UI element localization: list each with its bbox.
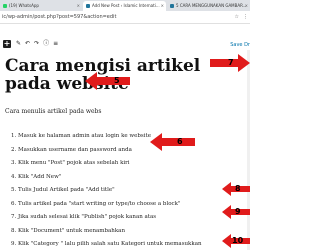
- wordpress-icon: [86, 4, 90, 8]
- close-icon[interactable]: ×: [77, 1, 80, 11]
- star-icon[interactable]: ☆: [235, 14, 239, 20]
- annotation-label: 7: [228, 58, 234, 67]
- annotation-arrow-6: [150, 133, 195, 151]
- save-draft-button[interactable]: Save Dr: [230, 42, 250, 48]
- url-text[interactable]: ic/wp-admin/post.php?post=597&action=edi…: [2, 12, 116, 22]
- close-icon[interactable]: ×: [161, 1, 164, 11]
- annotation-arrow-5: [85, 72, 130, 90]
- list-item[interactable]: 3. Klik menu "Post" pojok atas sebelah ki…: [11, 157, 202, 171]
- undo-icon[interactable]: ↶: [25, 40, 30, 47]
- scrollbar[interactable]: [247, 50, 250, 250]
- address-bar[interactable]: ic/wp-admin/post.php?post=597&action=edi…: [0, 11, 250, 24]
- tab-label: 5 CARA MENGGUNAKAN GAMBAR...: [176, 3, 247, 8]
- tab-whatsapp[interactable]: (19) WhatsApp ×: [0, 1, 82, 11]
- list-item[interactable]: 6. Tulis artikel pada "start writing or t…: [11, 198, 202, 212]
- tab-cara-menggunakan[interactable]: 5 CARA MENGGUNAKAN GAMBAR... ×: [167, 1, 250, 11]
- info-icon[interactable]: ⓘ: [43, 40, 49, 47]
- menu-icon[interactable]: ⋮: [243, 14, 248, 20]
- browser-toolbar-icons: ☆ ⋮: [231, 12, 248, 22]
- add-block-button[interactable]: +: [3, 40, 11, 48]
- annotation-label: 9: [235, 207, 241, 216]
- annotation-label: 10: [232, 236, 244, 245]
- tab-label: (19) WhatsApp: [9, 3, 39, 8]
- whatsapp-icon: [3, 4, 7, 8]
- redo-icon[interactable]: ↷: [34, 40, 39, 47]
- list-item[interactable]: 9. Klik "Category " lalu pilih salah satu…: [11, 238, 202, 252]
- tab-label: Add New Post ‹ Islamic Internati...: [92, 3, 160, 8]
- intro-paragraph[interactable]: Cara menulis artikel pada webs: [5, 108, 101, 115]
- annotation-label: 6: [177, 137, 183, 146]
- annotation-label: 5: [114, 76, 120, 85]
- close-icon[interactable]: ×: [245, 1, 248, 11]
- annotation-label: 8: [235, 184, 241, 193]
- list-item[interactable]: 7. Jika sudah selesai klik "Publish" pojo…: [11, 211, 202, 225]
- tab-add-new-post[interactable]: Add New Post ‹ Islamic Internati... ×: [83, 1, 166, 11]
- wordpress-icon: [170, 4, 174, 8]
- editor-toolbar: + ✎ ↶ ↷ ⓘ ≡ Save Dr: [0, 24, 250, 50]
- list-item[interactable]: 5. Tulis Judul Artikel pada "Add title": [11, 184, 202, 198]
- list-item[interactable]: 8. Klik "Document" untuk menambahkan: [11, 225, 202, 239]
- list-item[interactable]: 4. Klik "Add New": [11, 171, 202, 185]
- editor-tool-icons: ✎ ↶ ↷ ⓘ ≡: [16, 40, 62, 48]
- edit-icon[interactable]: ✎: [16, 40, 21, 47]
- browser-tab-bar: (19) WhatsApp × Add New Post ‹ Islamic I…: [0, 0, 250, 11]
- list-view-icon[interactable]: ≡: [53, 40, 58, 47]
